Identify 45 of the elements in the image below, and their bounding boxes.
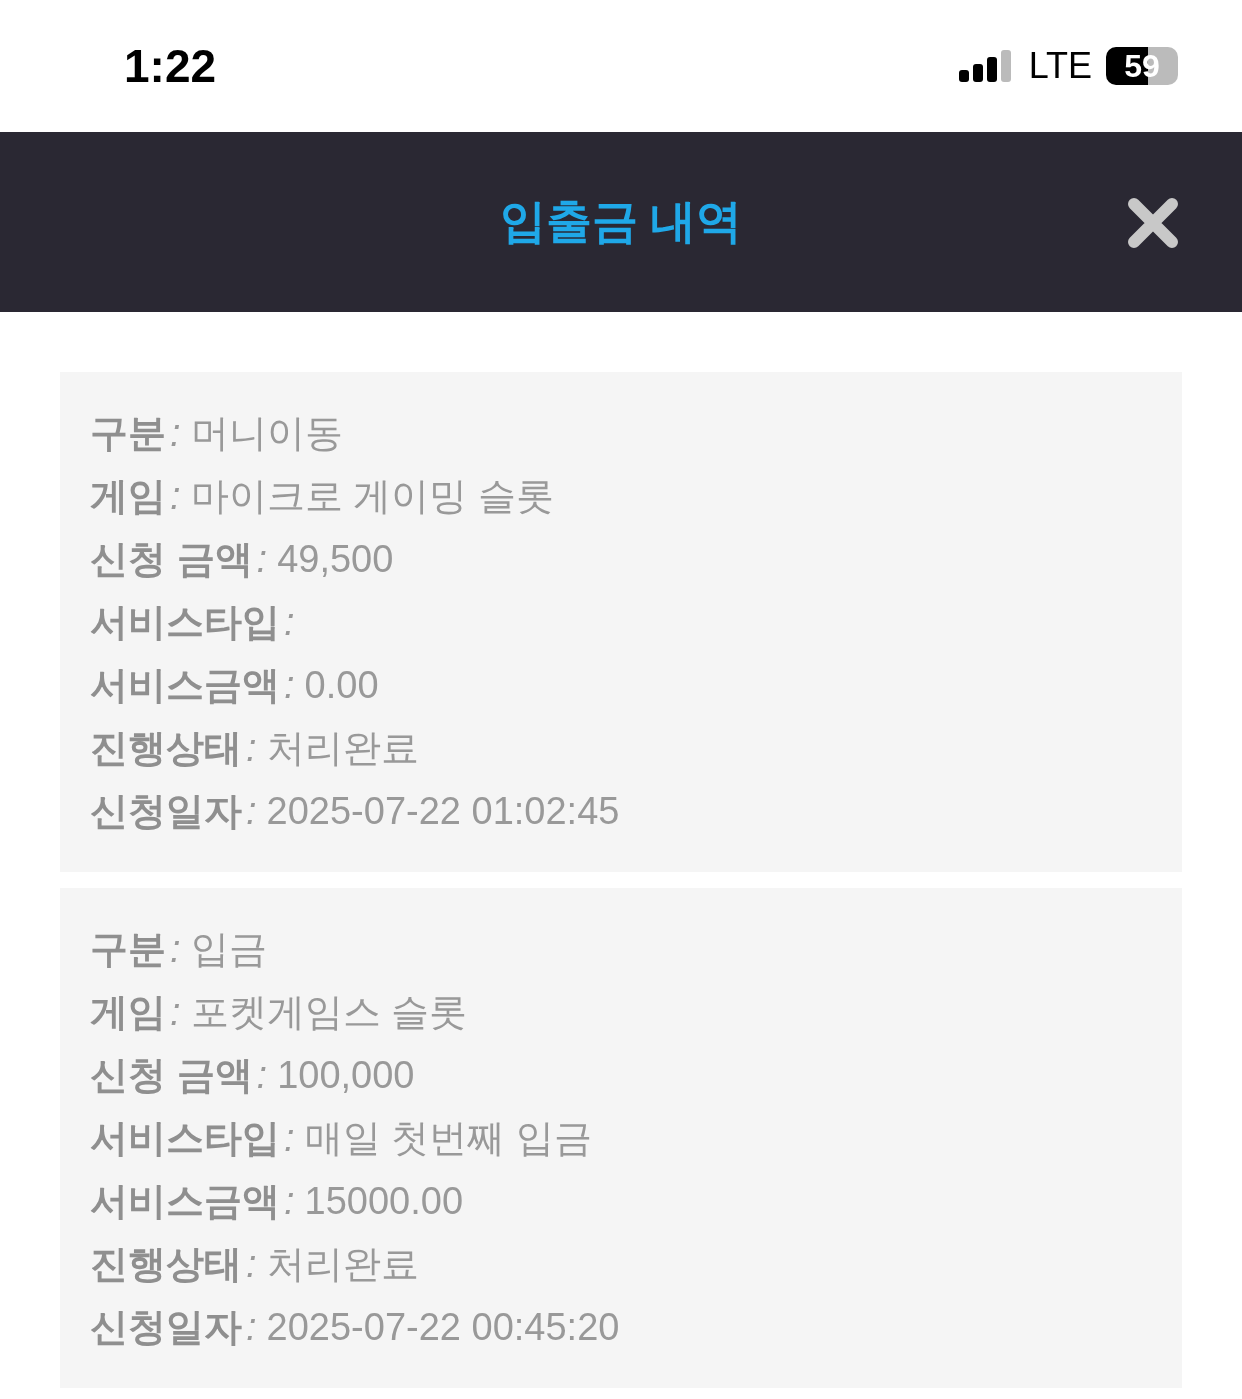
field-value: 처리완료 [266,1242,419,1287]
field-label: 신청 금액 [90,537,253,582]
field-value: 머니이동 [190,411,343,456]
field-separator: : [170,928,181,971]
field-separator: : [284,664,295,707]
field-separator: : [256,1054,268,1097]
field-separator: : [170,475,181,518]
field-separator: : [246,1306,257,1349]
field-label: 게임 [90,990,166,1035]
field-label: 신청일자 [90,789,242,834]
field-separator: : [284,601,295,644]
field-value: 15000.00 [304,1180,464,1223]
field-value: 2025-07-22 01:02:45 [266,790,620,833]
field-label: 게임 [90,474,166,519]
field-separator: : [284,1180,295,1223]
field-label: 구분 [90,927,166,972]
field-label: 신청 금액 [90,1053,253,1098]
field-value: 포켓게임스 슬롯 [190,990,468,1035]
field-label: 진행상태 [90,1242,242,1287]
field-value: 마이크로 게이밍 슬롯 [190,474,554,519]
field-separator: : [170,991,181,1034]
field-value: 2025-07-22 00:45:20 [266,1306,620,1349]
field-value: 0.00 [304,664,379,707]
field-label: 신청일자 [90,1305,242,1350]
field-label: 서비스타입 [90,1116,280,1161]
network-label: LTE [1028,45,1092,87]
field-value: 처리완료 [266,726,419,771]
page-title: 입출금 내역 [499,194,743,249]
field-separator: : [246,790,257,833]
status-time: 1:22 [124,39,217,93]
field-separator: : [246,727,257,770]
field-separator: : [256,538,268,581]
field-label: 구분 [90,411,166,456]
field-separator: : [284,1117,295,1160]
close-icon[interactable] [1128,198,1178,248]
field-value: 매일 첫번째 입금 [304,1116,592,1161]
field-separator: : [246,1243,257,1286]
field-label: 진행상태 [90,726,242,771]
field-label: 서비스금액 [90,1179,280,1224]
field-separator: : [170,412,181,455]
field-value: 입금 [190,927,267,972]
field-label: 서비스타입 [90,600,280,645]
field-value: 100,000 [277,1054,415,1097]
field-value: 49,500 [277,538,394,581]
field-label: 서비스금액 [90,663,280,708]
